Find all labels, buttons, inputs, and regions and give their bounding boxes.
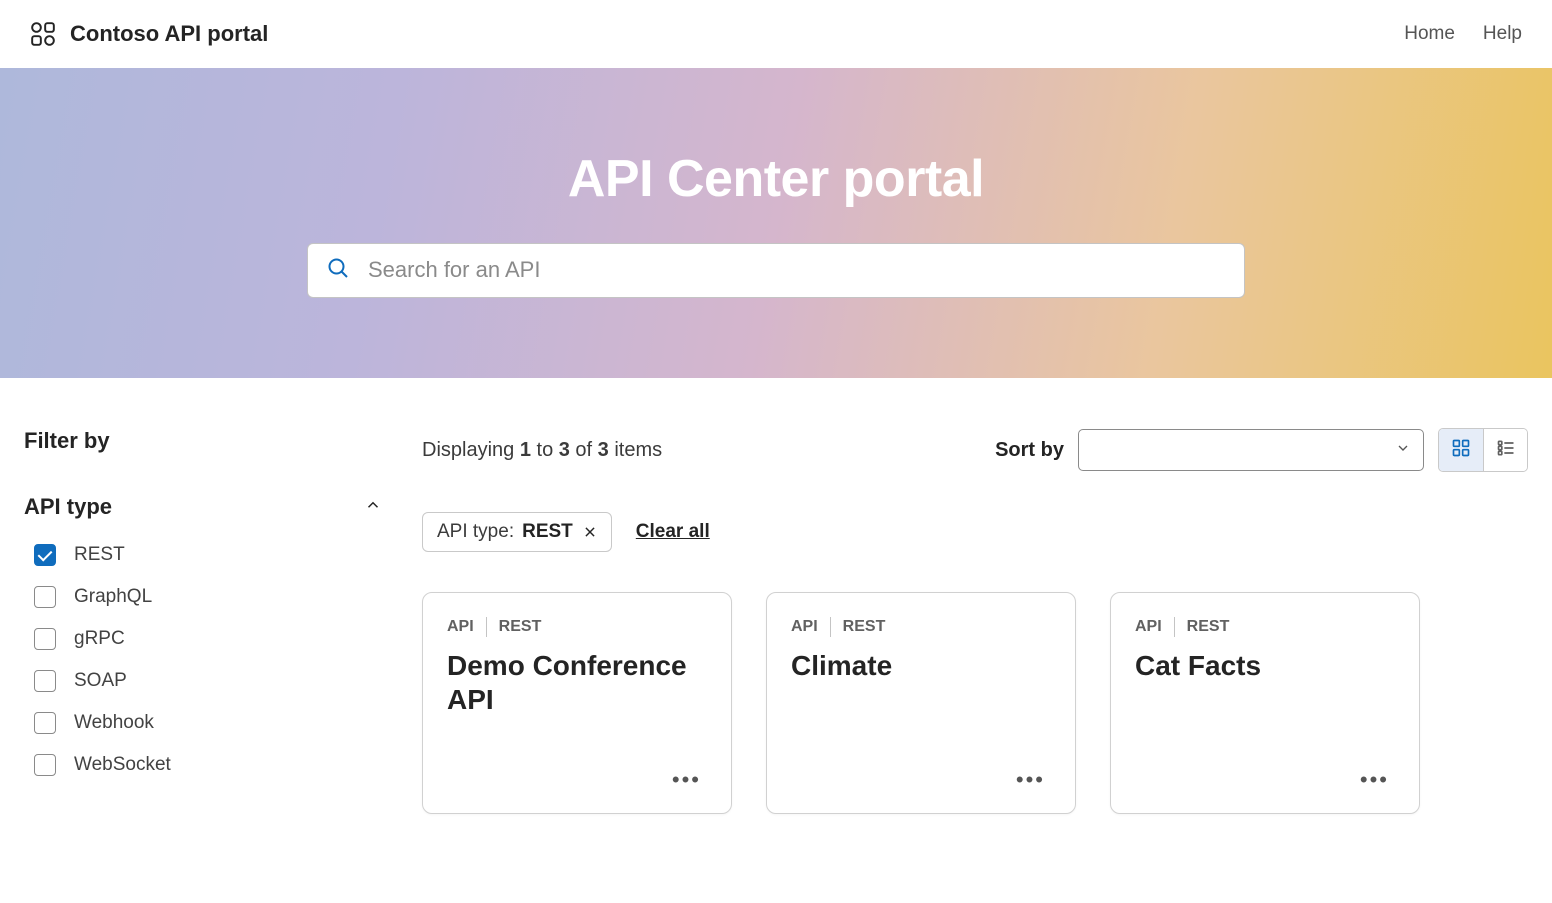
close-icon[interactable]	[583, 525, 597, 539]
filter-option-label: Webhook	[74, 712, 154, 734]
display-from: 1	[520, 439, 531, 461]
nav-home[interactable]: Home	[1404, 23, 1455, 45]
results-count: Displaying 1 to 3 of 3 items	[422, 439, 662, 462]
card-tag: REST	[843, 618, 886, 636]
list-view-button[interactable]	[1483, 429, 1527, 471]
card-footer: •••	[1135, 761, 1395, 799]
display-to: 3	[559, 439, 570, 461]
filter-group-header[interactable]: API type	[24, 494, 382, 520]
card-tags: API REST	[1135, 617, 1395, 637]
hero-banner: API Center portal	[0, 68, 1552, 378]
display-of-word: of	[570, 439, 598, 461]
chip-value: REST	[522, 521, 573, 543]
divider	[830, 617, 831, 637]
filter-option[interactable]: Webhook	[34, 712, 382, 734]
card-title: Cat Facts	[1135, 649, 1395, 683]
api-card[interactable]: API REST Demo Conference API •••	[422, 592, 732, 814]
card-title: Demo Conference API	[447, 649, 707, 716]
app-header: Contoso API portal Home Help	[0, 0, 1552, 68]
checkbox[interactable]	[34, 544, 56, 566]
card-tags: API REST	[447, 617, 707, 637]
list-icon	[1496, 438, 1516, 463]
filter-sidebar: Filter by API type REST GraphQL gRPC SOAP We…	[24, 428, 382, 814]
card-title: Climate	[791, 649, 1051, 683]
active-filters: API type: REST Clear all	[422, 512, 1528, 552]
filter-option[interactable]: REST	[34, 544, 382, 566]
filter-option-label: SOAP	[74, 670, 127, 692]
api-card[interactable]: API REST Cat Facts •••	[1110, 592, 1420, 814]
grid-view-button[interactable]	[1439, 429, 1483, 471]
checkbox[interactable]	[34, 754, 56, 776]
filter-option-label: GraphQL	[74, 586, 152, 608]
clear-all-link[interactable]: Clear all	[636, 521, 710, 543]
filter-group-title: API type	[24, 494, 112, 520]
more-icon[interactable]: •••	[666, 761, 707, 799]
sort-select[interactable]	[1078, 429, 1424, 471]
nav-help[interactable]: Help	[1483, 23, 1522, 45]
display-total: 3	[598, 439, 609, 461]
content: Filter by API type REST GraphQL gRPC SOAP We…	[0, 378, 1552, 814]
search-icon	[326, 256, 350, 285]
filter-chip-api-type: API type: REST	[422, 512, 612, 552]
sortby-label: Sort by	[995, 439, 1064, 462]
card-footer: •••	[447, 761, 707, 799]
chip-key: API type:	[437, 521, 514, 543]
checkbox[interactable]	[34, 628, 56, 650]
filter-option[interactable]: gRPC	[34, 628, 382, 650]
display-to-word: to	[531, 439, 559, 461]
more-icon[interactable]: •••	[1354, 761, 1395, 799]
header-left: Contoso API portal	[30, 21, 268, 47]
api-card[interactable]: API REST Climate •••	[766, 592, 1076, 814]
more-icon[interactable]: •••	[1010, 761, 1051, 799]
site-title: Contoso API portal	[70, 21, 268, 47]
header-nav: Home Help	[1404, 23, 1522, 45]
filter-option[interactable]: GraphQL	[34, 586, 382, 608]
card-tag: REST	[1187, 618, 1230, 636]
results-toolbar: Displaying 1 to 3 of 3 items Sort by	[422, 428, 1528, 472]
filter-option-label: REST	[74, 544, 125, 566]
display-prefix: Displaying	[422, 439, 520, 461]
search-input[interactable]	[368, 257, 1226, 283]
card-tags: API REST	[791, 617, 1051, 637]
card-footer: •••	[791, 761, 1051, 799]
grid-icon	[1451, 438, 1471, 463]
main-area: Displaying 1 to 3 of 3 items Sort by	[422, 428, 1528, 814]
checkbox[interactable]	[34, 586, 56, 608]
checkbox[interactable]	[34, 670, 56, 692]
card-tag: API	[1135, 618, 1162, 636]
card-tag: REST	[499, 618, 542, 636]
logo-icon	[30, 21, 56, 47]
filter-option-label: gRPC	[74, 628, 125, 650]
checkbox[interactable]	[34, 712, 56, 734]
filter-option-label: WebSocket	[74, 754, 171, 776]
chevron-down-icon	[1395, 440, 1411, 461]
filter-option[interactable]: SOAP	[34, 670, 382, 692]
divider	[1174, 617, 1175, 637]
display-items-word: items	[609, 439, 662, 461]
filter-option[interactable]: WebSocket	[34, 754, 382, 776]
filter-options: REST GraphQL gRPC SOAP Webhook WebSocket	[24, 544, 382, 776]
card-tag: API	[791, 618, 818, 636]
card-tag: API	[447, 618, 474, 636]
divider	[486, 617, 487, 637]
toolbar-right: Sort by	[995, 428, 1528, 472]
view-toggle	[1438, 428, 1528, 472]
search-box[interactable]	[307, 243, 1245, 298]
chevron-up-icon	[364, 496, 382, 519]
hero-title: API Center portal	[568, 149, 984, 209]
cards-grid: API REST Demo Conference API ••• API REST Clim…	[422, 592, 1528, 814]
filter-heading: Filter by	[24, 428, 382, 454]
